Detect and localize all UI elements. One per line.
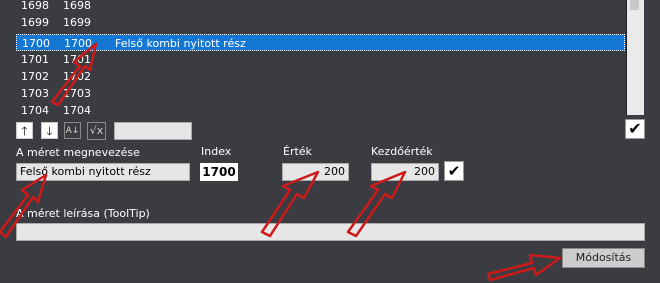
annotation-arrow xyxy=(50,42,98,107)
annotation-arrow xyxy=(0,173,48,239)
annotation-arrows xyxy=(0,42,562,282)
annotation-arrow xyxy=(346,170,407,238)
annotation-arrow xyxy=(486,253,562,282)
annotation-arrow xyxy=(260,170,320,238)
